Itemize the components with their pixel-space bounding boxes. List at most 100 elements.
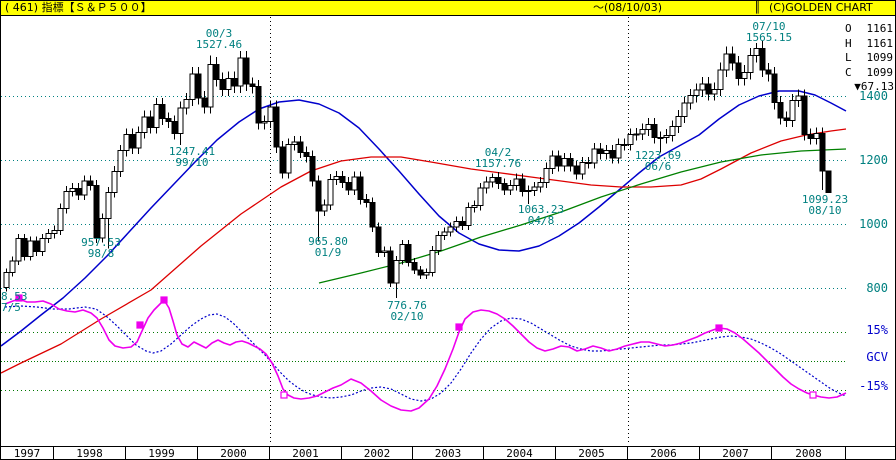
- candle-body: [676, 116, 681, 126]
- candle-body: [94, 185, 99, 237]
- annotation-0710-1565.15: 07/101565.15: [746, 22, 792, 43]
- candle-body: [478, 188, 483, 205]
- candle-body: [172, 122, 177, 134]
- candle-body: [328, 180, 333, 205]
- gcv-marker: [456, 324, 462, 330]
- candle-body: [760, 48, 765, 70]
- candle-body: [238, 58, 243, 86]
- candle-body: [802, 96, 807, 134]
- candle-body: [766, 70, 771, 74]
- axis-label--15pct: -15%: [844, 379, 888, 393]
- low-value: 1099: [867, 51, 894, 66]
- candle-body: [382, 251, 387, 253]
- candle-body: [568, 159, 573, 166]
- candle-body: [310, 156, 315, 181]
- candle-body: [598, 149, 603, 153]
- candle-body: [364, 199, 369, 202]
- candle-body: [52, 230, 57, 233]
- year-tick-2002: 2002: [342, 447, 413, 460]
- page-title: ( 461) 指標【Ｓ＆Ｐ５００】: [5, 1, 156, 16]
- candle-body: [658, 138, 663, 139]
- year-axis: 1997199819992000200120022003200420052006…: [1, 446, 896, 460]
- candle-body: [820, 133, 825, 170]
- high-row: H 1161: [845, 37, 893, 52]
- candle-body: [814, 133, 819, 138]
- price-chart: [1, 1, 896, 460]
- candle-body: [694, 90, 699, 95]
- candle-body: [454, 221, 459, 227]
- gcv-marker: [810, 392, 816, 398]
- annotation-957.53-988: 957.5398/8: [81, 238, 121, 259]
- candle-body: [10, 261, 15, 273]
- candle-body: [148, 117, 153, 128]
- candle-body: [160, 105, 165, 119]
- candle-body: [208, 64, 213, 107]
- candle-body: [316, 181, 321, 211]
- open-value: 1161: [867, 22, 894, 37]
- year-tick-1998: 1998: [54, 447, 126, 460]
- candle-body: [370, 203, 375, 228]
- gcv-marker: [137, 322, 143, 328]
- candle-body: [706, 84, 711, 94]
- candle-body: [286, 144, 291, 172]
- year-tick-2003: 2003: [413, 447, 484, 460]
- candle-body: [592, 149, 597, 163]
- candle-body: [202, 98, 207, 107]
- candle-body: [442, 232, 447, 236]
- candle-body: [466, 208, 471, 226]
- annotation-965.80-019: 965.8001/9: [308, 237, 348, 258]
- candle-body: [532, 187, 537, 191]
- close-row: C 1099: [845, 66, 893, 81]
- candle-body: [136, 132, 141, 147]
- annotation-003-1527.46: 00/31527.46: [196, 29, 242, 50]
- candle-body: [424, 273, 429, 275]
- candle-body: [646, 124, 651, 129]
- period-label: ～(08/10/03): [593, 1, 662, 15]
- candle-body: [514, 179, 519, 185]
- candle-body: [730, 54, 735, 63]
- candle-body: [256, 87, 261, 123]
- candle-body: [556, 156, 561, 166]
- year-tick-2008: 2008: [772, 447, 846, 460]
- open-label: O: [845, 22, 852, 37]
- gcv-marker: [281, 392, 287, 398]
- candle-body: [274, 107, 279, 147]
- close-value: 1099: [867, 66, 894, 81]
- high-label: H: [845, 37, 852, 52]
- candle-body: [400, 244, 405, 260]
- candle-body: [724, 54, 729, 70]
- candle-body: [298, 142, 303, 152]
- candle-body: [562, 159, 567, 166]
- candle-body: [544, 168, 549, 182]
- candle-body: [130, 134, 135, 147]
- candle-body: [508, 185, 513, 189]
- candle-body: [22, 239, 27, 257]
- candle-body: [688, 96, 693, 103]
- candle-body: [16, 239, 21, 261]
- candle-body: [142, 117, 147, 133]
- candle-body: [496, 178, 501, 184]
- title-bar: ( 461) 指標【Ｓ＆Ｐ５００】 ～(08/10/03) ║ (C)GOLDE…: [1, 1, 895, 16]
- candle-body: [268, 107, 273, 122]
- year-tick-empty: [846, 447, 896, 460]
- open-row: O 1161: [845, 22, 893, 37]
- year-tick-2004: 2004: [484, 447, 556, 460]
- candle-body: [586, 163, 591, 164]
- candle-body: [226, 78, 231, 89]
- candle-body: [244, 58, 249, 84]
- low-label: L: [845, 51, 852, 66]
- annotation-1099.23-0810: 1099.2308/10: [802, 195, 848, 216]
- candle-body: [484, 182, 489, 188]
- candle-body: [412, 262, 417, 270]
- candle-body: [28, 241, 33, 256]
- year-tick-2006: 2006: [628, 447, 700, 460]
- close-label: C: [845, 66, 852, 81]
- candle-body: [700, 84, 705, 90]
- candle-body: [118, 151, 123, 172]
- candle-body: [430, 251, 435, 273]
- candle-body: [520, 179, 525, 191]
- candle-body: [394, 260, 399, 283]
- candle-body: [88, 181, 93, 185]
- annotation-776.76-0210: 776.7602/10: [387, 301, 427, 322]
- candle-body: [154, 105, 159, 128]
